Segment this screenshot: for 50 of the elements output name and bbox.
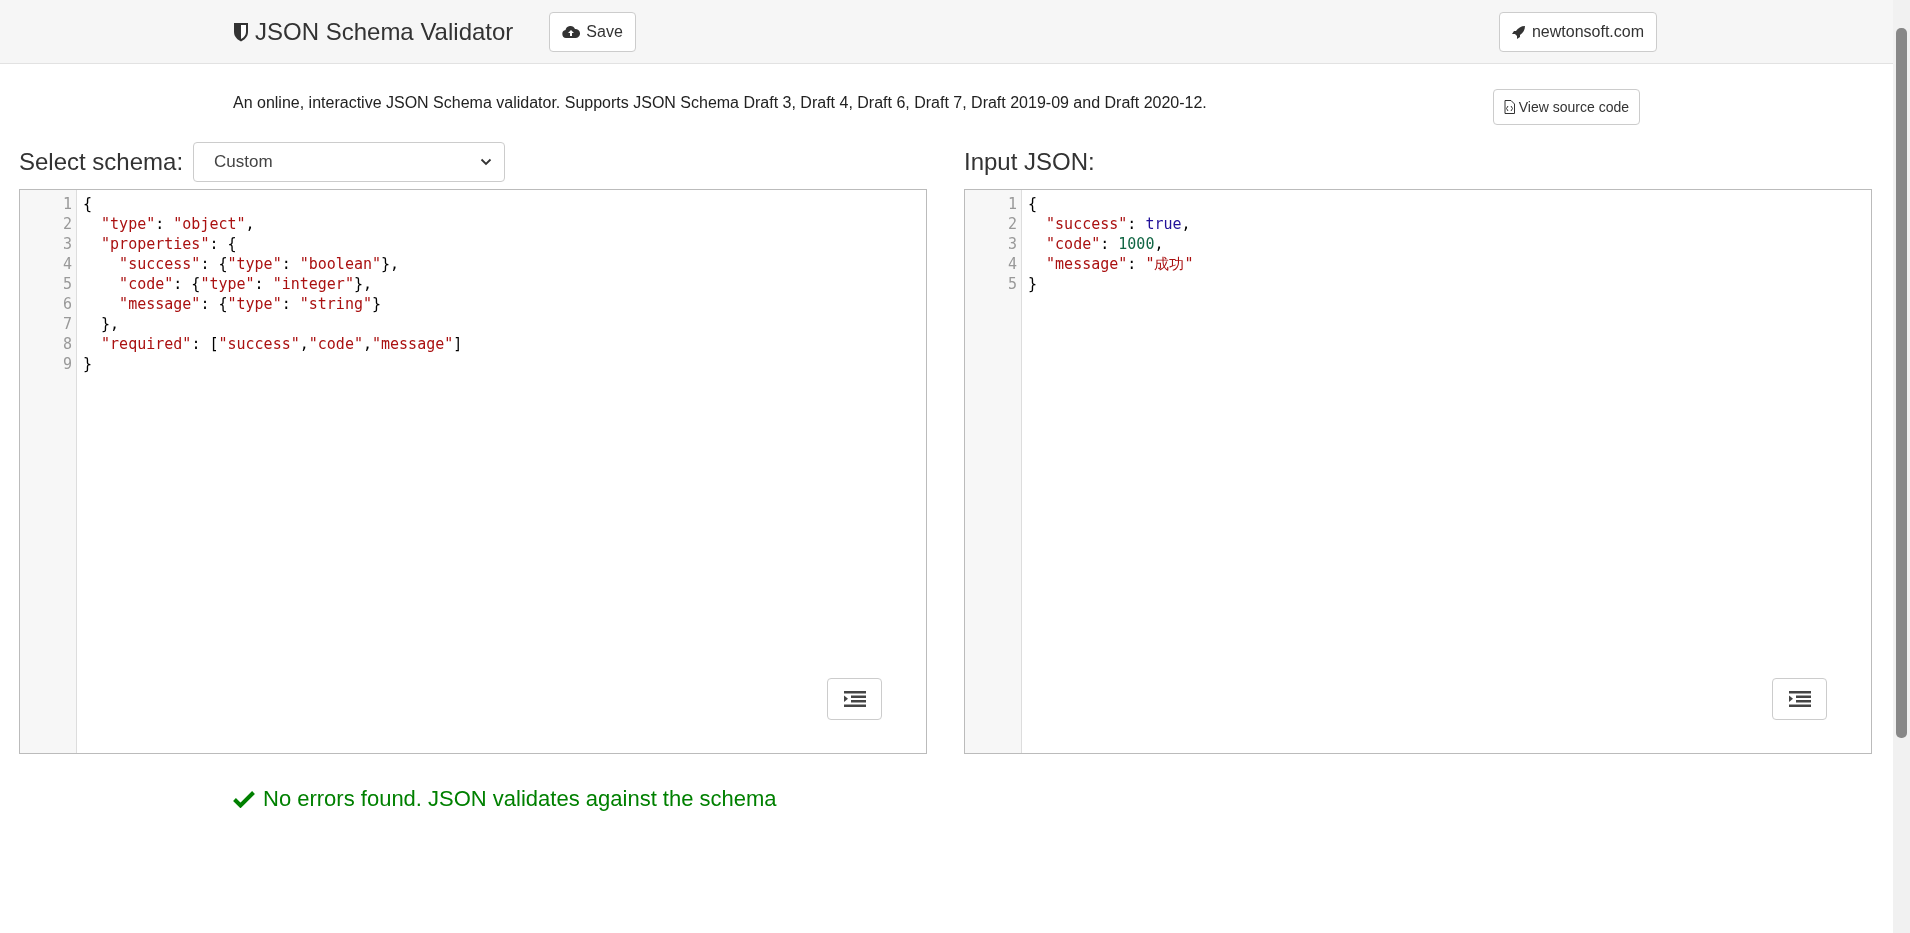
- code-line: "required": ["success","code","message"]: [100, 334, 463, 354]
- code-editor[interactable]: 1 2 3 4 5 6 7 8 9 { "type": "object", "properties": { "success": {"type": "boolean"}, "code": {"type": "integer"}, "message": {"type": "string"} }, "required": ["success","code","message"] }: [19, 189, 927, 754]
- indent-icon: [842, 690, 867, 708]
- line-number: 1: [1006, 194, 1018, 214]
- scrollbar[interactable]: [1893, 0, 1910, 933]
- app-title: JSON Schema Validator: [255, 17, 514, 46]
- line-number: 3: [61, 234, 73, 254]
- view-source-button[interactable]: View source code: [1492, 89, 1640, 125]
- line-number: 5: [1006, 274, 1018, 294]
- code-editor[interactable]: 1 2 3 4 5 { "success": true, "code": 1000, "message": "成功" }: [964, 189, 1872, 754]
- code-line: "message": "成功": [1045, 254, 1194, 274]
- line-number: 5: [61, 274, 73, 294]
- panel-label: Select schema:: [19, 148, 184, 176]
- code-line: "success": true,: [1045, 214, 1192, 234]
- code-line: "code": 1000,: [1045, 234, 1165, 254]
- status-text: No errors found. JSON validates against the schema: [263, 786, 777, 812]
- rocket-icon: [1511, 24, 1526, 39]
- code-line: "success": {"type": "boolean"},: [118, 254, 401, 274]
- line-number: 4: [1006, 254, 1018, 274]
- code-file-icon: [1503, 100, 1515, 114]
- format-button[interactable]: [827, 678, 882, 720]
- cloud-upload-icon: [562, 24, 581, 39]
- code-line: "message": {"type": "string"}: [118, 294, 383, 314]
- description-text: An online, interactive JSON Schema validator. Supports JSON Schema Draft 3, Draft 4, Draft 6, Draft 7, Draft 2019-09 and Draft 2020-12.: [233, 94, 1208, 112]
- code-line: "type": "object",: [100, 214, 256, 234]
- line-number: 6: [61, 294, 73, 314]
- line-number: 7: [61, 314, 73, 334]
- panel-label: Input JSON:: [964, 148, 1095, 176]
- line-number: 1: [61, 194, 73, 214]
- line-number: 2: [1006, 214, 1018, 234]
- checkmark-icon: [233, 790, 255, 808]
- code-line: }: [1028, 274, 1039, 294]
- line-number: 4: [61, 254, 73, 274]
- save-button[interactable]: Save: [549, 11, 636, 52]
- code-line: "properties": {: [100, 234, 238, 254]
- chevron-down-icon: [480, 158, 493, 166]
- code-line: }: [83, 354, 94, 374]
- code-line: {: [83, 194, 94, 214]
- shield-icon: [233, 21, 249, 42]
- site-link-button[interactable]: newtonsoft.com: [1498, 11, 1657, 52]
- indent-icon: [1787, 690, 1812, 708]
- line-number: 8: [61, 334, 73, 354]
- code-line: "code": {"type": "integer"},: [118, 274, 373, 294]
- line-number: 2: [61, 214, 73, 234]
- code-line: },: [100, 314, 121, 334]
- line-number: 9: [61, 354, 73, 374]
- code-line: {: [1028, 194, 1039, 214]
- format-button[interactable]: [1772, 678, 1827, 720]
- schema-select[interactable]: Custom: [193, 142, 506, 182]
- line-number: 3: [1006, 234, 1018, 254]
